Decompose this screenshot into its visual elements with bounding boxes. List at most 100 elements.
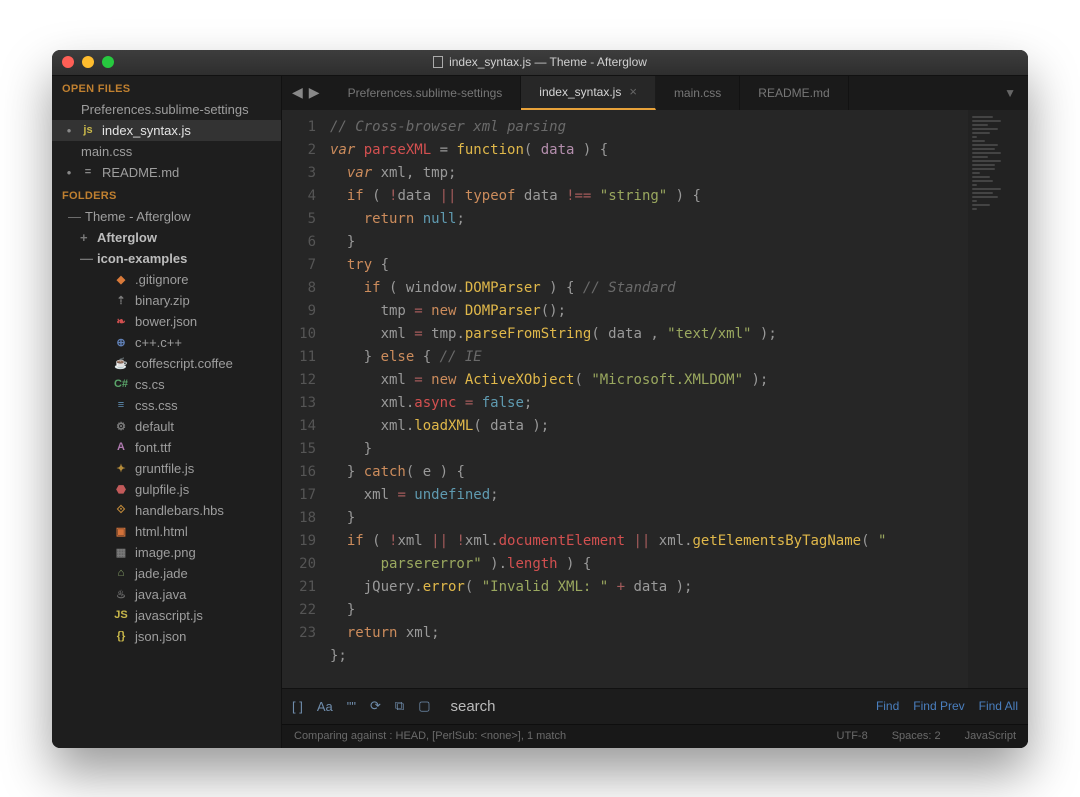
line-number: 2 [282,139,316,162]
file-item[interactable]: ♨java.java [52,584,281,605]
code-line: tmp = new DOMParser(); [330,300,968,323]
line-number: 23 [282,622,316,645]
file-item[interactable]: ▦image.png [52,542,281,563]
tree-item-label: coffescript.coffee [135,356,233,371]
tab-bar: ◀ ▶ Preferences.sublime-settingsindex_sy… [282,76,1028,110]
document-icon [433,56,443,68]
status-indent[interactable]: Spaces: 2 [892,730,941,742]
tree-item-label: handlebars.hbs [135,503,224,518]
close-tab-icon[interactable]: × [629,84,637,99]
file-item[interactable]: ☕coffescript.coffee [52,353,281,374]
code-editor[interactable]: 1234567891011121314151617181920212223 //… [282,110,1028,688]
minimap-line [972,128,998,130]
tab[interactable]: index_syntax.js × [521,76,656,110]
disclosure-icon: + [80,230,90,245]
file-icon: ⟐ [114,503,128,517]
tree-item-label: .gitignore [135,272,188,287]
whole-word-toggle-icon[interactable]: "" [347,699,356,714]
file-item[interactable]: ▣html.html [52,521,281,542]
tab-label: README.md [758,86,829,100]
status-encoding[interactable]: UTF-8 [837,730,868,742]
code-line: if ( !data || typeof data !== "string" )… [330,185,968,208]
folder-item[interactable]: +Afterglow [52,227,281,248]
minimap-line [972,124,988,126]
find-prev-button[interactable]: Find Prev [913,699,964,713]
dirty-indicator-icon: • [64,123,74,138]
tree-item-label: bower.json [135,314,197,329]
file-item[interactable]: ⬣gulpfile.js [52,479,281,500]
minimap[interactable] [968,110,1028,688]
disclosure-icon: — [68,209,78,224]
file-item[interactable]: ⊕ c++.c++ [52,332,281,353]
tab[interactable]: README.md [740,76,848,110]
minimap-line [972,168,995,170]
file-icon: ⊕ [114,335,128,349]
status-syntax[interactable]: JavaScript [965,730,1016,742]
open-file-item[interactable]: •=README.md [52,162,281,183]
minimap-line [972,136,977,138]
file-item[interactable]: C#cs.cs [52,374,281,395]
file-item[interactable]: ⌂jade.jade [52,563,281,584]
file-item[interactable]: ⇡binary.zip [52,290,281,311]
code-line: parsererror" ).length ) { [330,553,968,576]
line-number: 14 [282,415,316,438]
wrap-toggle-icon[interactable]: ⟳ [370,698,381,714]
minimap-line [972,132,990,134]
editor-pane: ◀ ▶ Preferences.sublime-settingsindex_sy… [282,76,1028,748]
tab-overflow-button[interactable]: ▼ [992,76,1028,110]
file-icon: ⌂ [114,566,128,580]
open-file-item[interactable]: Preferences.sublime-settings [52,99,281,120]
window-title: index_syntax.js — Theme - Afterglow [449,55,647,69]
file-icon: ≡ [114,398,128,412]
in-selection-toggle-icon[interactable]: ⧉ [395,698,404,714]
file-item[interactable]: ❧bower.json [52,311,281,332]
tree-item-label: c++.c++ [135,335,182,350]
file-icon: JS [114,608,128,622]
file-item[interactable]: ◆.gitignore [52,269,281,290]
tab-history-back-button[interactable]: ◀ [292,84,303,101]
folder-item[interactable]: —icon-examples [52,248,281,269]
line-number: 18 [282,507,316,530]
file-item[interactable]: Afont.ttf [52,437,281,458]
case-sensitive-toggle-icon[interactable]: Aa [317,699,333,714]
tab[interactable]: Preferences.sublime-settings [330,76,522,110]
file-item[interactable]: ✦gruntfile.js [52,458,281,479]
titlebar: index_syntax.js — Theme - Afterglow [52,50,1028,76]
open-file-item[interactable]: main.css [52,141,281,162]
open-file-item[interactable]: •jsindex_syntax.js [52,120,281,141]
tree-item-label: css.css [135,398,178,413]
regex-toggle-icon[interactable]: [ ] [292,699,303,714]
tree-item-label: image.png [135,545,196,560]
code-line: } catch( e ) { [330,461,968,484]
code-line: var xml, tmp; [330,162,968,185]
line-number: 17 [282,484,316,507]
tab-label: index_syntax.js [539,85,621,99]
open-file-label: Preferences.sublime-settings [81,102,249,117]
open-files-header: OPEN FILES [52,76,281,99]
line-number: 4 [282,185,316,208]
folder-item[interactable]: — Theme - Afterglow [52,206,281,227]
tab[interactable]: main.css [656,76,740,110]
file-item[interactable]: JSjavascript.js [52,605,281,626]
file-item[interactable]: {}json.json [52,626,281,647]
code-line: try { [330,254,968,277]
highlight-toggle-icon[interactable]: ▢ [418,698,430,714]
tree-item-label: json.json [135,629,186,644]
tree-item-label: default [135,419,174,434]
code-line: } [330,599,968,622]
tree-item-label: Theme - Afterglow [85,209,191,224]
open-file-label: index_syntax.js [102,123,191,138]
tab-label: main.css [674,86,721,100]
file-item[interactable]: ≡ css.css [52,395,281,416]
code-area[interactable]: // Cross-browser xml parsingvar parseXML… [326,110,968,688]
code-line: } [330,438,968,461]
minimap-line [972,160,1001,162]
search-input[interactable]: search [450,698,495,715]
tree-item-label: font.ttf [135,440,171,455]
file-item[interactable]: ⟐ handlebars.hbs [52,500,281,521]
file-item[interactable]: ⚙default [52,416,281,437]
tab-history-forward-button[interactable]: ▶ [309,84,320,101]
find-all-button[interactable]: Find All [979,699,1018,713]
file-icon: ⇡ [114,293,128,307]
find-button[interactable]: Find [876,699,899,713]
